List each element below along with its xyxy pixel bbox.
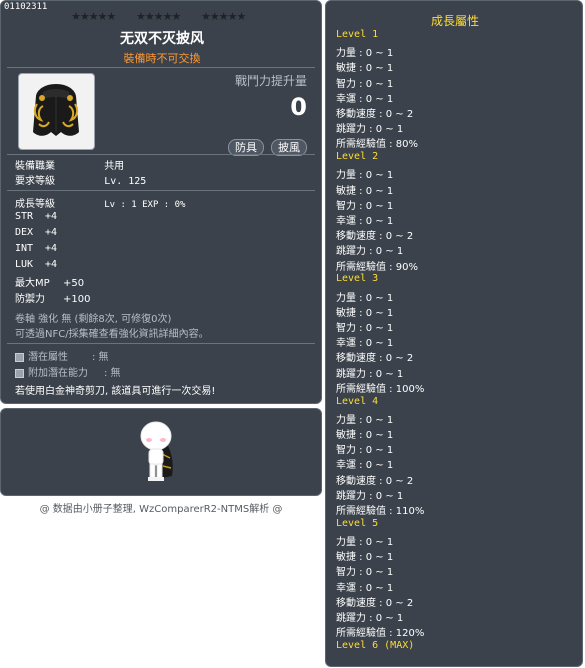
- growth-stat-line: 智力 : 0 ~ 1: [336, 79, 394, 90]
- enhance-info-note: 可透過NFC/採集確查看強化資訊詳細內容。: [15, 329, 209, 340]
- growth-stat-line: 智力 : 0 ~ 1: [336, 323, 394, 334]
- star-force-group-2: ★★★★★: [136, 10, 181, 23]
- growth-stat-line: 幸運 : 0 ~ 1: [336, 94, 394, 105]
- stat-row-int: INT +4: [15, 243, 57, 254]
- star-force-group-3: ★★★★★: [201, 10, 246, 23]
- growth-stat-line: 智力 : 0 ~ 1: [336, 201, 394, 212]
- additional-potential-check-icon: [15, 368, 24, 378]
- footer-credit: @ 数据由小册子整理, WzComparerR2-NTMS解析 @: [39, 504, 283, 515]
- growth-stat-line: 移動速度 : 0 ~ 2: [336, 476, 414, 487]
- potential-row: 潛在屬性 : 無: [15, 348, 109, 363]
- additional-potential-label: 附加潛在能力: [28, 368, 88, 379]
- growth-stat-line: 敏捷 : 0 ~ 1: [336, 308, 394, 319]
- growth-level-row: 成長等級 Lv : 1 EXP : 0%: [15, 195, 185, 210]
- potential-check-icon: [15, 352, 24, 362]
- stat-value: +50: [63, 278, 85, 289]
- stat-label: INT: [15, 243, 34, 254]
- growth-level-value: Lv : 1 EXP : 0%: [104, 200, 186, 210]
- growth-level-title: Level 6 (MAX): [336, 640, 415, 651]
- growth-stat-line: 力量 : 0 ~ 1: [336, 415, 394, 426]
- growth-level-title: Level 3: [336, 273, 379, 284]
- potential-label: 潛在屬性: [28, 352, 68, 363]
- job-value: 共用: [104, 161, 125, 172]
- growth-stat-line: 所需經驗值 : 100%: [336, 384, 425, 395]
- combat-power-label: 戰鬥力提升量: [234, 74, 307, 88]
- growth-stat-line: 移動速度 : 0 ~ 2: [336, 598, 414, 609]
- growth-stat-line: 力量 : 0 ~ 1: [336, 48, 394, 59]
- growth-stat-line: 敏捷 : 0 ~ 1: [336, 186, 394, 197]
- scroll-info: 卷軸 強化 無 (剩餘8次, 可修復0次): [15, 314, 172, 325]
- growth-stat-line: 智力 : 0 ~ 1: [336, 567, 394, 578]
- growth-level-title: Level 1: [336, 29, 379, 40]
- req-level-row: 要求等級 Lv. 125: [15, 172, 146, 187]
- trade-restriction: 裝備時不可交換: [123, 52, 201, 65]
- stat-value: +4: [45, 243, 58, 254]
- stat-label: 最大MP: [15, 278, 50, 289]
- stat-row-mp: 最大MP +50: [15, 274, 84, 289]
- divider: [7, 154, 315, 155]
- stat-label: DEX: [15, 227, 34, 238]
- growth-level-title: Level 2: [336, 151, 379, 162]
- req-level-label: 要求等級: [15, 176, 55, 187]
- growth-panel-title: 成長屬性: [430, 14, 479, 28]
- growth-stat-line: 敏捷 : 0 ~ 1: [336, 430, 394, 441]
- growth-stat-line: 力量 : 0 ~ 1: [336, 293, 394, 304]
- growth-stat-line: 移動速度 : 0 ~ 2: [336, 353, 414, 364]
- growth-stat-line: 所需經驗值 : 90%: [336, 262, 418, 273]
- growth-stat-line: 力量 : 0 ~ 1: [336, 537, 394, 548]
- stat-label: 防禦力: [15, 294, 45, 305]
- stat-label: LUK: [15, 259, 34, 270]
- divider: [7, 67, 315, 68]
- growth-level-title: Level 4: [336, 396, 379, 407]
- growth-stat-line: 跳躍力 : 0 ~ 1: [336, 246, 404, 257]
- job-row: 裝備職業 共用: [15, 157, 124, 172]
- growth-stat-line: 力量 : 0 ~ 1: [336, 170, 394, 181]
- divider: [7, 343, 315, 344]
- growth-stat-line: 敏捷 : 0 ~ 1: [336, 63, 394, 74]
- item-name: 无双不灭披风: [120, 31, 204, 47]
- item-icon-frame: [18, 73, 95, 150]
- req-level-value: Lv. 125: [104, 176, 147, 187]
- stat-row-str: STR +4: [15, 211, 57, 222]
- cape-icon: [33, 84, 79, 136]
- growth-stat-line: 跳躍力 : 0 ~ 1: [336, 613, 404, 624]
- star-force-group-1: ★★★★★: [71, 10, 116, 23]
- growth-stat-line: 幸運 : 0 ~ 1: [336, 583, 394, 594]
- growth-stat-line: 跳躍力 : 0 ~ 1: [336, 369, 404, 380]
- stat-value: +100: [63, 294, 91, 305]
- growth-stat-line: 移動速度 : 0 ~ 2: [336, 231, 414, 242]
- growth-stat-line: 幸運 : 0 ~ 1: [336, 216, 394, 227]
- growth-stat-line: 移動速度 : 0 ~ 2: [336, 109, 414, 120]
- growth-stat-line: 智力 : 0 ~ 1: [336, 445, 394, 456]
- stat-value: +4: [45, 227, 58, 238]
- divider: [7, 190, 315, 191]
- stat-row-luk: LUK +4: [15, 259, 57, 270]
- growth-stat-line: 所需經驗值 : 80%: [336, 139, 418, 150]
- job-label: 裝備職業: [15, 161, 55, 172]
- growth-stat-line: 跳躍力 : 0 ~ 1: [336, 124, 404, 135]
- combat-power-value: 0: [290, 93, 307, 121]
- trade-note: 若使用白金神奇剪刀, 該道具可進行一次交易!: [15, 386, 216, 397]
- item-id: 01102311: [4, 2, 48, 12]
- growth-stat-line: 所需經驗值 : 110%: [336, 506, 425, 517]
- growth-level-title: Level 5: [336, 518, 379, 529]
- stat-value: +4: [45, 211, 58, 222]
- growth-stat-line: 敏捷 : 0 ~ 1: [336, 552, 394, 563]
- stat-row-dex: DEX +4: [15, 227, 57, 238]
- character-avatar: [140, 421, 173, 481]
- growth-stat-line: 幸運 : 0 ~ 1: [336, 460, 394, 471]
- additional-potential-value: : 無: [104, 368, 121, 379]
- character-preview-panel: [0, 408, 322, 496]
- additional-potential-row: 附加潛在能力 : 無: [15, 364, 121, 379]
- stat-label: STR: [15, 211, 34, 222]
- growth-stat-line: 所需經驗值 : 120%: [336, 628, 425, 639]
- item-tooltip-panel: 01102311 ★★★★★ ★★★★★ ★★★★★ 无双不灭披风 裝備時不可交…: [0, 0, 322, 404]
- stat-row-def: 防禦力 +100: [15, 290, 90, 305]
- growth-stat-line: 幸運 : 0 ~ 1: [336, 338, 394, 349]
- potential-value: : 無: [92, 352, 109, 363]
- stat-value: +4: [45, 259, 58, 270]
- growth-level-label: 成長等級: [15, 199, 55, 210]
- growth-properties-panel: 成長屬性 Level 1 力量 : 0 ~ 1 敏捷 : 0 ~ 1 智力 : 0 ~…: [325, 0, 583, 667]
- growth-stat-line: 跳躍力 : 0 ~ 1: [336, 491, 404, 502]
